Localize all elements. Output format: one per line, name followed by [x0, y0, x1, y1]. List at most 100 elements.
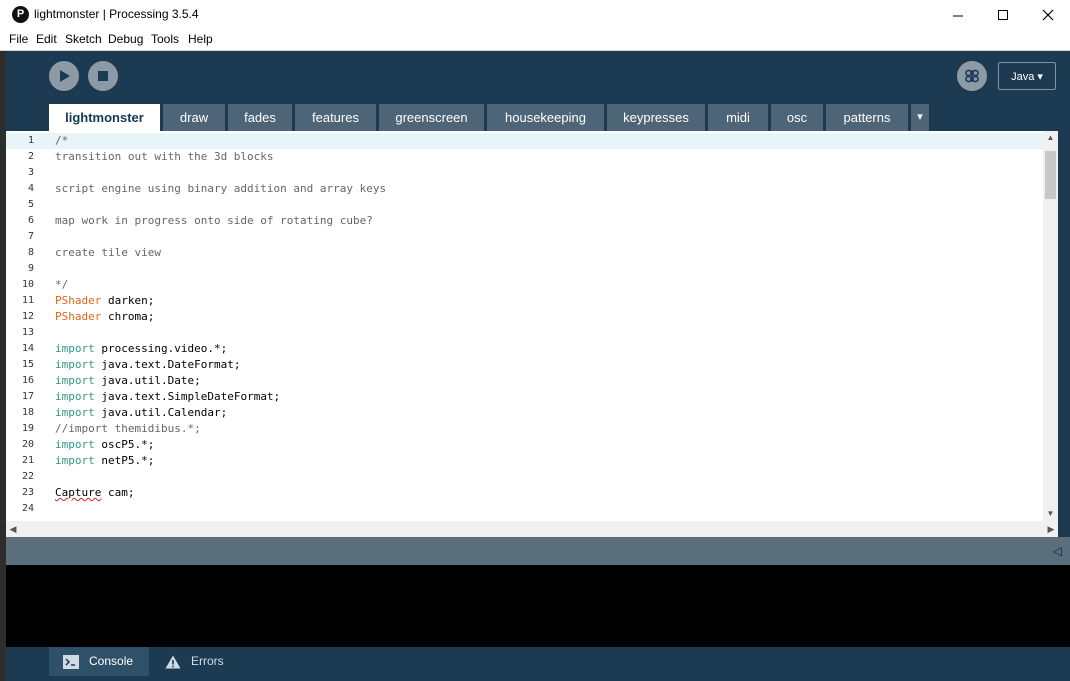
code-text: script engine using binary addition and …: [55, 181, 386, 197]
code-line: 12 PShader chroma;: [6, 309, 1043, 325]
tab-console[interactable]: Console: [49, 647, 149, 676]
tab-fades[interactable]: fades: [228, 104, 292, 131]
warning-icon: [165, 655, 181, 668]
code-keyword: PShader: [55, 310, 102, 323]
code-text: map work in progress onto side of rotati…: [55, 213, 373, 229]
code-text: Capture cam;: [55, 485, 134, 501]
console-tab-label: Console: [89, 654, 134, 668]
tab-features[interactable]: features: [295, 104, 376, 131]
menu-help[interactable]: Help: [188, 32, 213, 46]
line-number: 15: [21, 359, 34, 370]
code-keyword: PShader: [55, 294, 102, 307]
line-number: 11: [21, 295, 34, 306]
vertical-scrollbar[interactable]: ▲ ▼: [1043, 131, 1058, 521]
code-line: 11 PShader darken;: [6, 293, 1043, 309]
console-output[interactable]: [6, 565, 1070, 647]
menu-sketch[interactable]: Sketch: [65, 32, 102, 46]
tab-keypresses[interactable]: keypresses: [607, 104, 705, 131]
line-number: 14: [21, 343, 34, 354]
code-line: 24: [6, 501, 1043, 517]
code-line: 5: [6, 197, 1043, 213]
vertical-scroll-thumb[interactable]: [1045, 151, 1056, 199]
code-line: 6 map work in progress onto side of rotat…: [6, 213, 1043, 229]
tab-greenscreen[interactable]: greenscreen: [379, 104, 484, 131]
tab-housekeeping[interactable]: housekeeping: [487, 104, 604, 131]
code-editor[interactable]: 1 /* 2 transition out with the 3d blocks 3 4 s…: [6, 131, 1058, 521]
window-title: lightmonster | Processing 3.5.4: [34, 7, 199, 21]
code-line: 19 //import themidibus.*;: [6, 421, 1043, 437]
tab-midi[interactable]: midi: [708, 104, 768, 131]
debug-button[interactable]: [957, 61, 987, 91]
processing-logo-icon: P: [12, 6, 29, 23]
horizontal-scrollbar[interactable]: ◀ ▶: [6, 521, 1058, 537]
code-line: 15 import java.text.DateFormat;: [6, 357, 1043, 373]
tab-errors[interactable]: Errors: [151, 647, 241, 676]
collapse-console-icon[interactable]: ◁: [1053, 544, 1062, 558]
tab-overflow-button[interactable]: ▾: [911, 104, 929, 131]
stop-button[interactable]: [88, 61, 118, 91]
code-text: import java.text.SimpleDateFormat;: [55, 389, 280, 405]
scroll-right-icon[interactable]: ▶: [1044, 521, 1058, 537]
code-line: 10 */: [6, 277, 1043, 293]
minimize-button[interactable]: [935, 0, 981, 30]
close-button[interactable]: [1025, 0, 1070, 30]
menu-file[interactable]: File: [9, 32, 28, 46]
code-rest: netP5.*;: [94, 454, 155, 467]
message-area: ◁: [6, 537, 1070, 565]
menu-bar: File Edit Sketch Debug Tools Help: [0, 30, 1070, 51]
line-number: 20: [21, 439, 34, 450]
bottom-tab-bar: Console Errors: [6, 647, 1070, 681]
code-rest: processing.video.*;: [94, 342, 228, 355]
scroll-down-icon[interactable]: ▼: [1043, 507, 1058, 521]
code-text: */: [55, 277, 68, 293]
code-text: import java.util.Date;: [55, 373, 201, 389]
errors-tab-label: Errors: [191, 654, 224, 668]
code-keyword: import: [55, 406, 95, 419]
line-number: 10: [21, 279, 34, 290]
maximize-button[interactable]: [980, 0, 1026, 30]
line-number: 2: [27, 151, 34, 162]
mode-selector[interactable]: Java ▾: [998, 62, 1056, 90]
code-text: import java.util.Calendar;: [55, 405, 227, 421]
code-rest: java.text.DateFormat;: [94, 358, 241, 371]
console-icon: [63, 654, 79, 669]
code-line: 9: [6, 261, 1043, 277]
tab-patterns[interactable]: patterns: [826, 104, 908, 131]
code-rest: cam;: [101, 486, 135, 499]
minimize-icon: [952, 15, 963, 16]
code-line: 3: [6, 165, 1043, 181]
line-number: 22: [21, 471, 34, 482]
title-bar: P lightmonster | Processing 3.5.4: [0, 0, 1070, 30]
menu-edit[interactable]: Edit: [36, 32, 57, 46]
line-number: 7: [27, 231, 34, 242]
scroll-left-icon[interactable]: ◀: [6, 521, 20, 537]
tab-draw[interactable]: draw: [163, 104, 225, 131]
menu-debug[interactable]: Debug: [108, 32, 143, 46]
run-button[interactable]: [49, 61, 79, 91]
line-number: 3: [27, 167, 34, 178]
tab-lightmonster[interactable]: lightmonster: [49, 104, 160, 131]
line-number: 4: [27, 183, 34, 194]
code-text: /*: [55, 133, 68, 149]
toolbar: Java ▾: [6, 51, 1070, 104]
code-keyword: import: [55, 454, 95, 467]
line-number: 16: [21, 375, 34, 386]
scroll-up-icon[interactable]: ▲: [1043, 131, 1058, 145]
code-keyword: Capture: [55, 486, 102, 499]
stop-icon: [98, 71, 108, 81]
code-line: 22: [6, 469, 1043, 485]
code-text: transition out with the 3d blocks: [55, 149, 274, 165]
line-number: 12: [21, 311, 34, 322]
play-icon: [60, 70, 70, 82]
code-line: 21 import netP5.*;: [6, 453, 1043, 469]
code-content: /*: [55, 134, 69, 147]
line-number: 23: [21, 487, 34, 498]
sketch-tabs: lightmonster draw fades features greensc…: [0, 104, 1070, 131]
line-number: 19: [21, 423, 34, 434]
menu-tools[interactable]: Tools: [151, 32, 179, 46]
code-text: import java.text.DateFormat;: [55, 357, 240, 373]
code-content: //import themidibus.*;: [55, 422, 201, 435]
code-line: 4 script engine using binary addition and…: [6, 181, 1043, 197]
tab-osc[interactable]: osc: [771, 104, 823, 131]
butterfly-debug-icon: [965, 69, 979, 83]
